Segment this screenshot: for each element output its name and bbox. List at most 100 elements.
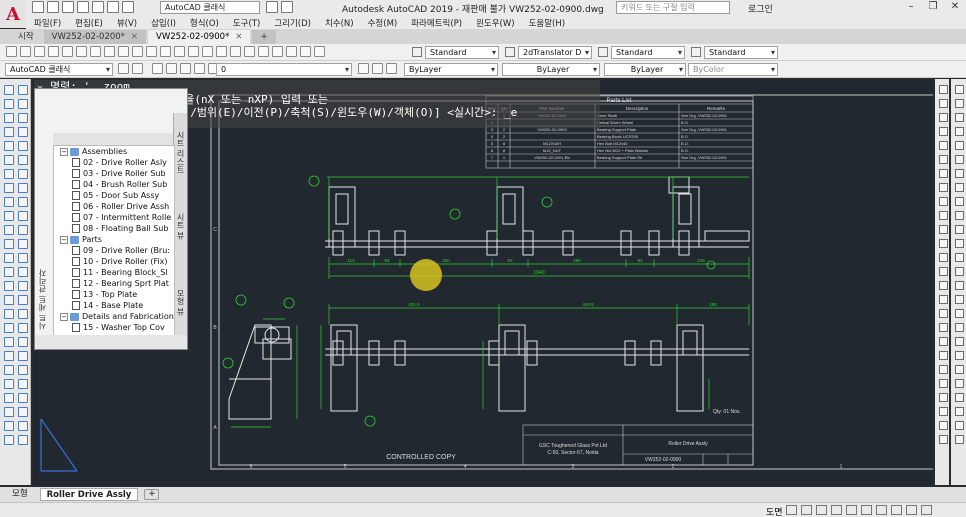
draw-tool-icon[interactable] [4, 435, 14, 445]
tree-sheet[interactable]: 11 - Bearing Block_Sl [54, 267, 174, 278]
draw-tool-icon[interactable] [4, 337, 14, 347]
draw-tool-icon[interactable] [4, 225, 14, 235]
modify-tool-icon[interactable] [18, 169, 28, 179]
modify-tool-icon[interactable] [18, 351, 28, 361]
tree-sheet[interactable]: 13 - Top Plate [54, 289, 174, 300]
tab-model-views[interactable]: 모형 뷰 [175, 289, 186, 316]
dimension-tool-icon[interactable] [955, 435, 964, 444]
dimension-tool-icon[interactable] [955, 351, 964, 360]
isolate-icon[interactable] [891, 505, 902, 515]
tree-sheet[interactable]: 07 - Intermittent Rolle [54, 212, 174, 223]
draw-tool-icon[interactable] [4, 99, 14, 109]
snap-icon[interactable] [801, 505, 812, 515]
layout-tab[interactable]: 모형 [6, 488, 34, 501]
draw-tool-icon[interactable] [4, 421, 14, 431]
draw-tool-icon[interactable] [4, 211, 14, 221]
view-tool-icon[interactable] [939, 351, 948, 360]
menu-item[interactable]: 파일(F) [34, 17, 61, 29]
dimension-tool-icon[interactable] [955, 141, 964, 150]
draw-tool-icon[interactable] [4, 183, 14, 193]
view-tool-icon[interactable] [939, 197, 948, 206]
document-tab[interactable]: VW252-02-0900* ✕ [148, 30, 251, 44]
dimension-tool-icon[interactable] [955, 323, 964, 332]
layer-previous-icon[interactable] [372, 63, 383, 74]
view-tool-icon[interactable] [939, 155, 948, 164]
dimension-tool-icon[interactable] [955, 407, 964, 416]
modify-tool-icon[interactable] [18, 113, 28, 123]
modify-tool-icon[interactable] [18, 141, 28, 151]
dimension-tool-icon[interactable] [955, 281, 964, 290]
modify-tool-icon[interactable] [18, 211, 28, 221]
help-icon[interactable] [314, 46, 325, 57]
dimension-tool-icon[interactable] [955, 337, 964, 346]
draw-tool-icon[interactable] [4, 379, 14, 389]
modify-tool-icon[interactable] [18, 309, 28, 319]
layout-tab[interactable]: Roller Drive Assly [39, 488, 139, 501]
menu-item[interactable]: 편집(E) [75, 17, 103, 29]
menu-item[interactable]: 윈도우(W) [476, 17, 515, 29]
view-tool-icon[interactable] [939, 393, 948, 402]
tree-sheet[interactable]: 04 - Brush Roller Sub [54, 179, 174, 190]
save-icon[interactable] [34, 46, 45, 57]
text-style-select[interactable]: Standard [425, 46, 499, 59]
layer-properties-icon[interactable] [152, 63, 163, 74]
properties-icon[interactable] [230, 46, 241, 57]
modify-tool-icon[interactable] [18, 379, 28, 389]
tree-sheet[interactable]: 03 - Drive Roller Sub [54, 168, 174, 179]
draw-tool-icon[interactable] [4, 253, 14, 263]
modify-tool-icon[interactable] [18, 197, 28, 207]
ortho-icon[interactable] [816, 505, 827, 515]
modify-tool-icon[interactable] [18, 127, 28, 137]
draw-tool-icon[interactable] [4, 155, 14, 165]
document-tab[interactable]: 시작 [0, 30, 42, 44]
dimension-tool-icon[interactable] [955, 393, 964, 402]
dimension-tool-icon[interactable] [955, 309, 964, 318]
layer-states-icon[interactable] [386, 63, 397, 74]
close-button[interactable]: ✕ [944, 0, 966, 15]
fullscreen-icon[interactable] [906, 505, 917, 515]
view-tool-icon[interactable] [939, 211, 948, 220]
model-space-label[interactable]: 도면 [766, 505, 783, 517]
modify-tool-icon[interactable] [18, 253, 28, 263]
menu-item[interactable]: 삽입(I) [151, 17, 176, 29]
paste-icon[interactable] [118, 46, 129, 57]
tree-sheet[interactable]: 14 - Base Plate [54, 300, 174, 311]
undo-icon[interactable] [146, 46, 157, 57]
draw-tool-icon[interactable] [4, 407, 14, 417]
redo-icon[interactable] [160, 46, 171, 57]
dimension-tool-icon[interactable] [955, 169, 964, 178]
workspace-dropdown[interactable]: AutoCAD 클래식 [5, 63, 113, 76]
menu-item[interactable]: 파라메트릭(P) [411, 17, 462, 29]
dimension-tool-icon[interactable] [955, 253, 964, 262]
modify-tool-icon[interactable] [18, 421, 28, 431]
workspace-select[interactable]: AutoCAD 클래식 [160, 1, 260, 14]
dimension-tool-icon[interactable] [955, 183, 964, 192]
dimension-tool-icon[interactable] [955, 379, 964, 388]
layer-on-icon[interactable] [166, 63, 177, 74]
calculator-icon[interactable] [300, 46, 311, 57]
dimension-tool-icon[interactable] [955, 197, 964, 206]
menu-item[interactable]: 뷰(V) [117, 17, 137, 29]
customize-icon[interactable] [132, 63, 143, 74]
autocad-logo-icon[interactable]: A [0, 0, 26, 28]
modify-tool-icon[interactable] [18, 85, 28, 95]
draw-tool-icon[interactable] [4, 309, 14, 319]
annotation-scale-icon[interactable] [861, 505, 872, 515]
lineweight-select[interactable]: ByLayer [604, 63, 686, 76]
undo-icon[interactable] [107, 1, 119, 13]
modify-tool-icon[interactable] [18, 323, 28, 333]
mleader-style-select[interactable]: Standard [704, 46, 778, 59]
dimension-tool-icon[interactable] [955, 85, 964, 94]
dim-style-select[interactable]: 2dTranslator D [518, 46, 592, 59]
view-tool-icon[interactable] [939, 113, 948, 122]
export-icon[interactable] [281, 1, 293, 13]
color-select[interactable]: ByLayer [404, 63, 498, 76]
print-icon[interactable] [48, 46, 59, 57]
tree-sheet[interactable]: 08 - Floating Ball Sub [54, 223, 174, 234]
view-tool-icon[interactable] [939, 365, 948, 374]
modify-tool-icon[interactable] [18, 435, 28, 445]
modify-tool-icon[interactable] [18, 239, 28, 249]
view-tool-icon[interactable] [939, 127, 948, 136]
view-tool-icon[interactable] [939, 225, 948, 234]
preview-icon[interactable] [62, 46, 73, 57]
